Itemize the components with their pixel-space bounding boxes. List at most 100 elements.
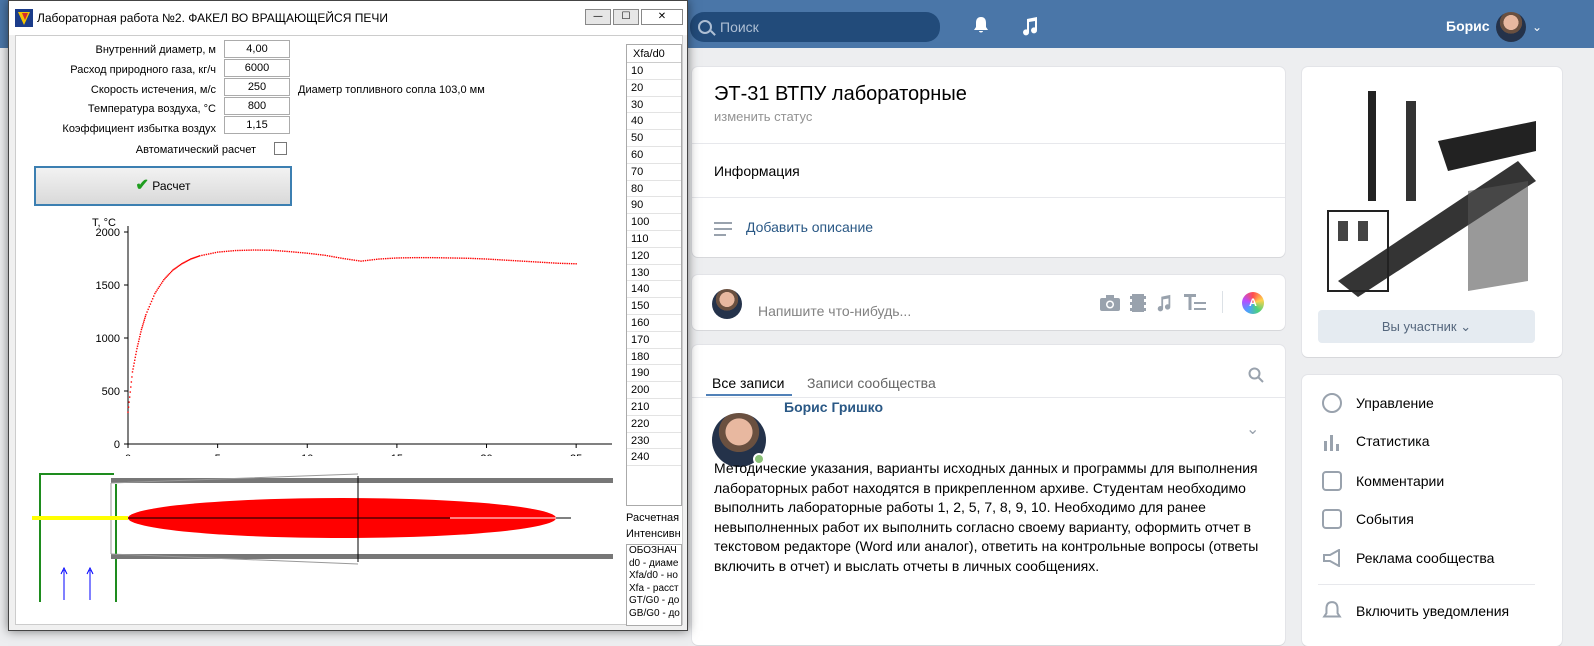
- app-icon: [15, 9, 33, 27]
- table-row[interactable]: 220: [627, 416, 681, 433]
- table-row[interactable]: 210: [627, 399, 681, 416]
- data-point: [418, 256, 420, 259]
- table-row[interactable]: 20: [627, 80, 681, 97]
- member-button[interactable]: Вы участник ⌄: [1318, 310, 1535, 343]
- table-row[interactable]: 110: [627, 231, 681, 248]
- data-point: [441, 257, 443, 259]
- styles-icon[interactable]: A: [1242, 292, 1264, 314]
- auto-calc-checkbox[interactable]: [274, 142, 287, 155]
- post-composer[interactable]: Напишите что-нибудь... A: [692, 275, 1285, 330]
- data-point: [429, 256, 432, 259]
- data-point: [284, 250, 286, 252]
- data-point: [138, 338, 140, 340]
- bell-icon[interactable]: [972, 16, 990, 34]
- legend-line: Xfa/d0 - но: [629, 570, 678, 581]
- air-temp-input[interactable]: 800: [224, 97, 290, 115]
- table-row[interactable]: 190: [627, 365, 681, 383]
- menu-notifications[interactable]: Включить уведомления: [1356, 603, 1509, 619]
- admin-menu-card: Управление Статистика Комментарии Событи…: [1302, 375, 1562, 646]
- gas-flow-input[interactable]: 6000: [224, 59, 290, 77]
- chevron-down-icon[interactable]: ⌄: [1532, 20, 1542, 34]
- data-point: [147, 308, 149, 311]
- maximize-button[interactable]: ☐: [613, 9, 639, 25]
- user-name[interactable]: Борис: [1446, 18, 1490, 34]
- table-row[interactable]: 130: [627, 265, 681, 282]
- data-point: [156, 289, 158, 291]
- table-row[interactable]: 240: [627, 449, 681, 467]
- camera-icon[interactable]: [1100, 295, 1120, 311]
- chevron-down-icon[interactable]: ⌄: [1246, 419, 1259, 439]
- status-link[interactable]: изменить статус: [714, 109, 812, 124]
- minimize-button[interactable]: —: [585, 9, 611, 25]
- table-row[interactable]: 100: [627, 214, 681, 231]
- y-tick-label: 500: [102, 386, 120, 398]
- table-row[interactable]: 200: [627, 382, 681, 399]
- data-point: [127, 406, 130, 408]
- event-icon: [1322, 509, 1342, 529]
- data-point: [575, 263, 577, 265]
- data-point: [485, 258, 488, 260]
- group-cover-image[interactable]: [1318, 81, 1536, 297]
- data-point: [389, 257, 391, 260]
- tab-community-posts[interactable]: Записи сообщества: [807, 375, 936, 391]
- post-input[interactable]: Напишите что-нибудь...: [758, 303, 911, 319]
- text-icon[interactable]: [1184, 294, 1206, 312]
- y-tick-label: 2000: [96, 227, 120, 239]
- avatar[interactable]: [1496, 12, 1526, 42]
- menu-stats[interactable]: Статистика: [1356, 433, 1430, 449]
- data-point: [266, 249, 268, 251]
- data-point: [302, 252, 304, 254]
- calculate-button[interactable]: ✔ Расчет: [34, 166, 292, 206]
- data-point: [313, 253, 315, 255]
- stats-icon: [1324, 435, 1339, 451]
- search-input[interactable]: Поиск: [690, 12, 940, 42]
- table-row[interactable]: 120: [627, 248, 681, 265]
- table-row[interactable]: 170: [627, 332, 681, 349]
- data-point: [362, 260, 364, 262]
- table-row[interactable]: 180: [627, 349, 681, 366]
- data-point: [141, 325, 144, 327]
- table-row[interactable]: 50: [627, 130, 681, 147]
- video-icon[interactable]: [1130, 294, 1146, 312]
- data-point: [564, 262, 566, 265]
- close-button[interactable]: ✕: [641, 9, 683, 25]
- menu-comments[interactable]: Комментарии: [1356, 473, 1444, 489]
- table-row[interactable]: 150: [627, 298, 681, 315]
- menu-events[interactable]: События: [1356, 511, 1414, 527]
- table-row[interactable]: 60: [627, 147, 681, 164]
- search-icon[interactable]: [1248, 367, 1264, 383]
- results-table[interactable]: Xfa/d0 10 20 30 40 50 60 70 80 90 100 110 120 130 140…: [626, 44, 682, 506]
- data-point: [405, 257, 407, 259]
- data-point: [167, 274, 170, 276]
- add-description-link[interactable]: Добавить описание: [746, 219, 873, 235]
- tab-all-posts[interactable]: Все записи: [712, 375, 784, 391]
- title-bar[interactable]: Лабораторная работа №2. ФАКЕЛ ВО ВРАЩАЮЩ…: [9, 1, 687, 35]
- velocity-input[interactable]: 250: [224, 78, 290, 96]
- data-point: [472, 257, 474, 260]
- data-point: [144, 317, 146, 320]
- data-point: [136, 345, 139, 347]
- table-row[interactable]: 70: [627, 164, 681, 181]
- table-row[interactable]: 40: [627, 113, 681, 131]
- table-row[interactable]: 80: [627, 181, 681, 198]
- table-row[interactable]: 160: [627, 315, 681, 332]
- music-icon[interactable]: [1155, 294, 1173, 312]
- menu-ads[interactable]: Реклама сообщества: [1356, 550, 1494, 566]
- data-point: [409, 257, 412, 259]
- music-icon[interactable]: [1020, 16, 1040, 36]
- data-point: [456, 257, 459, 259]
- post-author[interactable]: Борис Гришко: [784, 399, 883, 415]
- info-label[interactable]: Информация: [714, 163, 800, 179]
- table-row[interactable]: 30: [627, 97, 681, 114]
- data-point: [252, 249, 255, 251]
- diameter-input[interactable]: 4,00: [224, 40, 290, 58]
- excess-air-input[interactable]: 1,15: [224, 116, 290, 134]
- table-row[interactable]: 10: [627, 63, 681, 80]
- menu-manage[interactable]: Управление: [1356, 395, 1434, 411]
- data-point: [523, 260, 526, 262]
- data-point: [286, 250, 288, 253]
- data-point: [205, 253, 208, 256]
- table-row[interactable]: 140: [627, 281, 681, 299]
- table-row[interactable]: 230: [627, 433, 681, 450]
- table-row[interactable]: 90: [627, 197, 681, 215]
